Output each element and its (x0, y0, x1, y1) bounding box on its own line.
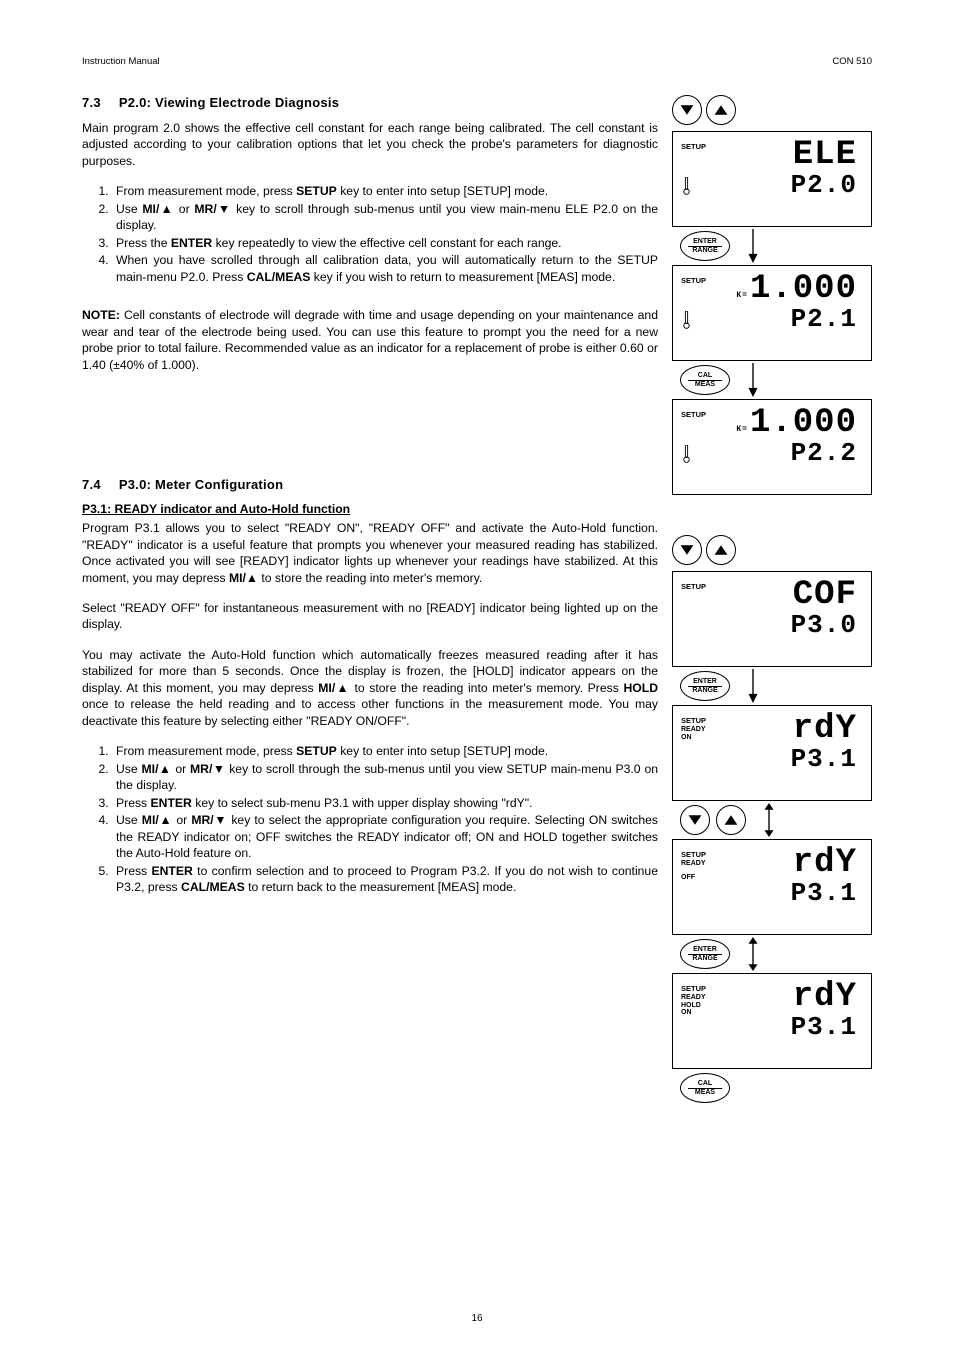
seg-line: rdY (683, 846, 857, 880)
enter-range-button: ENTER RANGE (680, 231, 730, 261)
cal-meas-button: CAL MEAS (680, 1073, 730, 1103)
step: Use MI/▲ or MR/▼ key to select the appro… (112, 812, 658, 861)
para: You may activate the Auto-Hold function … (82, 647, 658, 729)
setup-indicator: SETUP (681, 850, 706, 859)
step: From measurement mode, press SETUP key t… (112, 743, 658, 759)
setup-indicator: SETUP (681, 410, 706, 419)
lcd-screen-p21: SETUP K=1.000 P2.1 (672, 265, 872, 361)
section-title: P3.0: Meter Configuration (119, 477, 283, 492)
lcd-screen-ele: SETUP ELE P2.0 (672, 131, 872, 227)
page-number: 16 (0, 1313, 954, 1324)
arrow-down-icon (736, 229, 770, 263)
figures-column: SETUP ELE P2.0 ENTER RANGE SETUP K=1.000 (672, 95, 872, 1105)
para: Select "READY OFF" for instantaneous mea… (82, 600, 658, 633)
up-button-icon (716, 805, 746, 835)
ready-indicator: READY (681, 860, 706, 868)
ready-indicator: READY (681, 726, 706, 734)
seg-line: ELE (683, 138, 857, 172)
lcd-screen-rdy-off: SETUP READY OFF rdY P3.1 (672, 839, 872, 935)
section-number: 7.3 (82, 95, 101, 110)
seg-line: P3.1 (683, 746, 857, 772)
step: When you have scrolled through all calib… (112, 252, 658, 285)
thermometer-icon (683, 311, 691, 332)
seg-line: P2.0 (691, 172, 857, 198)
section-title: P2.0: Viewing Electrode Diagnosis (119, 95, 339, 110)
on-indicator: ON (681, 734, 706, 742)
seg-line: P3.1 (683, 880, 857, 906)
content-column: 7.3 P2.0: Viewing Electrode Diagnosis Mai… (82, 95, 658, 1105)
on-indicator: ON (681, 1009, 706, 1017)
section-7-4-heading: 7.4 P3.0: Meter Configuration (82, 477, 658, 492)
para: Program P3.1 allows you to select "READY… (82, 520, 658, 586)
header-right: CON 510 (832, 56, 872, 67)
header-left: Instruction Manual (82, 56, 160, 67)
off-indicator: OFF (681, 874, 706, 882)
enter-range-button: ENTER RANGE (680, 671, 730, 701)
setup-indicator: SETUP (681, 582, 706, 591)
figure-p3-sequence: SETUP COF P3.0 ENTER RANGE SETUP READY O… (672, 535, 872, 1105)
seg-line: rdY (683, 980, 857, 1014)
seg-line: P3.0 (683, 612, 857, 638)
enter-range-button: ENTER RANGE (680, 939, 730, 969)
step: Press ENTER key to select sub-menu P3.1 … (112, 795, 658, 811)
thermometer-icon (683, 445, 691, 466)
lcd-screen-rdy-hold-on: SETUP READY HOLD ON rdY P3.1 (672, 973, 872, 1069)
down-button-icon (680, 805, 710, 835)
section-7-3-heading: 7.3 P2.0: Viewing Electrode Diagnosis (82, 95, 658, 110)
setup-indicator: SETUP (681, 276, 706, 285)
lcd-screen-rdy-on: SETUP READY ON rdY P3.1 (672, 705, 872, 801)
seg-line: K=1.000 (683, 406, 857, 440)
step: From measurement mode, press SETUP key t… (112, 183, 658, 199)
seg-line: P2.1 (691, 306, 857, 332)
seg-line: rdY (683, 712, 857, 746)
section-7-3-intro: Main program 2.0 shows the effective cel… (82, 120, 658, 169)
lcd-screen-p22: SETUP K=1.000 P2.2 (672, 399, 872, 495)
setup-indicator: SETUP (681, 716, 706, 725)
thermometer-icon (683, 177, 691, 198)
arrow-updown-icon (736, 937, 770, 971)
step: Press the ENTER key repeatedly to view t… (112, 235, 658, 251)
section-7-4-subheading: P3.1: READY indicator and Auto-Hold func… (82, 502, 658, 516)
ready-indicator: READY (681, 994, 706, 1002)
step: Use MI/▲ or MR/▼ key to scroll through t… (112, 761, 658, 794)
page-header: Instruction Manual CON 510 (82, 56, 872, 67)
figure-p2-sequence: SETUP ELE P2.0 ENTER RANGE SETUP K=1.000 (672, 95, 872, 495)
down-button-icon (672, 95, 702, 125)
seg-line: COF (683, 578, 857, 612)
section-number: 7.4 (82, 477, 101, 492)
section-7-3-note: NOTE: Cell constants of electrode will d… (82, 307, 658, 373)
up-button-icon (706, 95, 736, 125)
down-button-icon (672, 535, 702, 565)
up-button-icon (706, 535, 736, 565)
setup-indicator: SETUP (681, 142, 706, 151)
arrow-down-icon (736, 363, 770, 397)
arrow-updown-icon (752, 803, 786, 837)
lcd-screen-cof: SETUP COF P3.0 (672, 571, 872, 667)
step: Press ENTER to confirm selection and to … (112, 863, 658, 896)
seg-line: P3.1 (683, 1014, 857, 1040)
seg-line: K=1.000 (683, 272, 857, 306)
section-7-4-steps: From measurement mode, press SETUP key t… (82, 743, 658, 895)
section-7-3-steps: From measurement mode, press SETUP key t… (82, 183, 658, 285)
arrow-down-icon (736, 669, 770, 703)
seg-line: P2.2 (691, 440, 857, 466)
setup-indicator: SETUP (681, 984, 706, 993)
step: Use MI/▲ or MR/▼ key to scroll through s… (112, 201, 658, 234)
hold-indicator: HOLD (681, 1002, 706, 1010)
cal-meas-button: CAL MEAS (680, 365, 730, 395)
